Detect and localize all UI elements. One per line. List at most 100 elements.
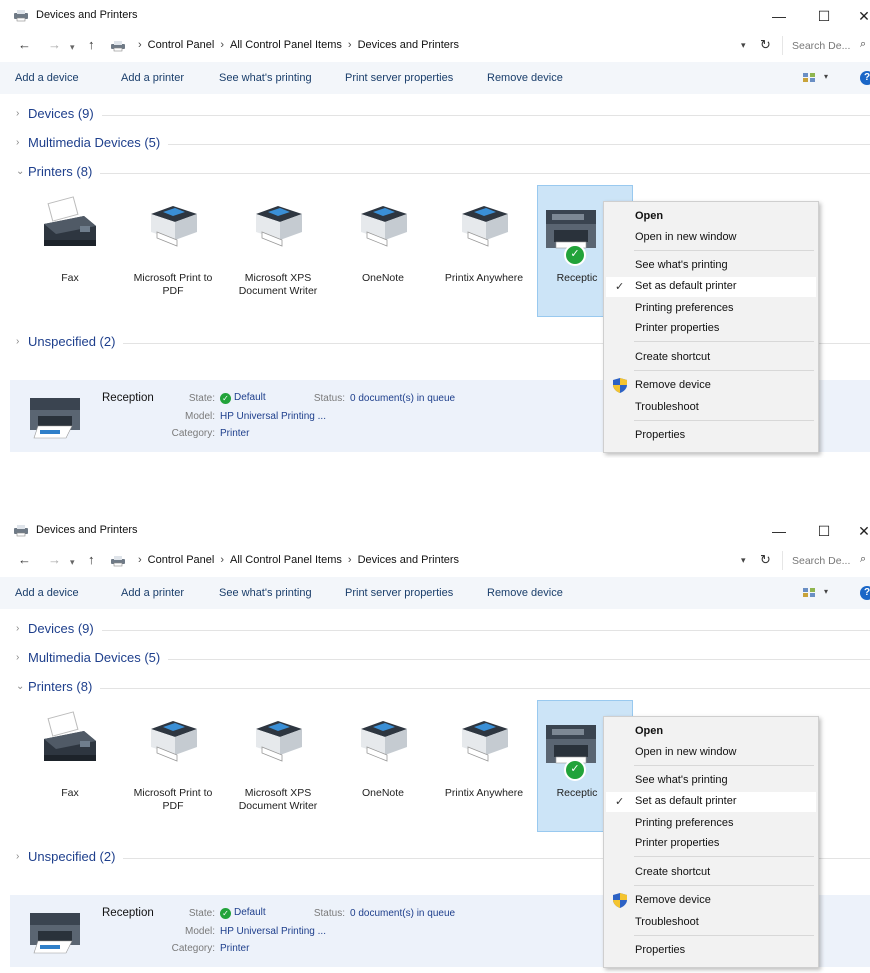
breadcrumb-chevron-icon[interactable]: › <box>348 554 352 566</box>
device-tile-onenote[interactable]: OneNote <box>336 701 430 831</box>
collapse-chevron-icon[interactable]: ⌄ <box>16 681 24 692</box>
group-devices[interactable]: › Devices (9) <box>16 106 870 124</box>
help-icon[interactable]: ? <box>860 71 870 85</box>
group-unspecified-title[interactable]: Unspecified (2) <box>28 849 124 864</box>
menu-item-troubleshoot[interactable]: Troubleshoot <box>635 916 699 928</box>
address-history-chevron-icon[interactable]: ▾ <box>741 40 746 51</box>
group-devices-title[interactable]: Devices (9) <box>28 621 102 636</box>
menu-item-set-as-default-printer[interactable]: Set as default printer <box>635 280 737 292</box>
see-whats-printing-button[interactable]: See what's printing <box>219 72 312 84</box>
group-printers[interactable]: ⌄ Printers (8) <box>16 679 870 697</box>
add-printer-button[interactable]: Add a printer <box>121 587 184 599</box>
breadcrumb-all-items[interactable]: All Control Panel Items <box>230 39 342 51</box>
menu-item-properties[interactable]: Properties <box>635 429 685 441</box>
menu-item-open[interactable]: Open <box>635 725 663 737</box>
forward-arrow-icon[interactable]: → <box>48 552 61 568</box>
device-tile-fax[interactable]: Fax <box>23 186 117 316</box>
breadcrumb-chevron-icon[interactable]: › <box>220 554 224 566</box>
group-printers[interactable]: ⌄ Printers (8) <box>16 164 870 182</box>
see-whats-printing-button[interactable]: See what's printing <box>219 587 312 599</box>
menu-item-see-whats-printing[interactable]: See what's printing <box>635 774 728 786</box>
group-multimedia-devices[interactable]: › Multimedia Devices (5) <box>16 650 870 668</box>
forward-arrow-icon[interactable]: → <box>48 37 61 53</box>
breadcrumb-chevron-icon[interactable]: › <box>138 39 142 51</box>
menu-item-printing-preferences[interactable]: Printing preferences <box>635 302 733 314</box>
add-device-button[interactable]: Add a device <box>15 72 79 84</box>
device-tile-fax[interactable]: Fax <box>23 701 117 831</box>
remove-device-button[interactable]: Remove device <box>487 72 563 84</box>
device-tile-printix-anywhere[interactable]: Printix Anywhere <box>437 701 531 831</box>
expand-chevron-icon[interactable]: › <box>16 336 19 347</box>
menu-item-troubleshoot[interactable]: Troubleshoot <box>635 401 699 413</box>
print-server-properties-button[interactable]: Print server properties <box>345 587 453 599</box>
device-tile-microsoft-xps-document-writer[interactable]: Microsoft XPS Document Writer <box>231 186 325 316</box>
search-icon[interactable]: ⌕ <box>860 553 866 566</box>
breadcrumb-devices-printers[interactable]: Devices and Printers <box>358 554 460 566</box>
device-tile-microsoft-print-to-pdf[interactable]: Microsoft Print to PDF <box>126 186 220 316</box>
breadcrumb-control-panel[interactable]: Control Panel <box>148 39 215 51</box>
expand-chevron-icon[interactable]: › <box>16 652 19 663</box>
menu-item-printing-preferences[interactable]: Printing preferences <box>635 817 733 829</box>
view-options-chevron-icon[interactable]: ▾ <box>824 72 828 81</box>
breadcrumb-control-panel[interactable]: Control Panel <box>148 554 215 566</box>
group-multimedia-title[interactable]: Multimedia Devices (5) <box>28 650 169 665</box>
up-arrow-icon[interactable]: ↑ <box>88 552 95 568</box>
search-input[interactable]: Search De... ⌕ <box>782 551 869 570</box>
expand-chevron-icon[interactable]: › <box>16 623 19 634</box>
device-tile-microsoft-print-to-pdf[interactable]: Microsoft Print to PDF <box>126 701 220 831</box>
close-button[interactable]: ✕ <box>852 519 870 543</box>
change-view-icon[interactable] <box>803 588 815 597</box>
menu-item-set-as-default-printer[interactable]: Set as default printer <box>635 795 737 807</box>
add-device-button[interactable]: Add a device <box>15 587 79 599</box>
device-tile-onenote[interactable]: OneNote <box>336 186 430 316</box>
refresh-icon[interactable]: ↻ <box>760 37 771 53</box>
expand-chevron-icon[interactable]: › <box>16 851 19 862</box>
menu-item-printer-properties[interactable]: Printer properties <box>635 322 719 334</box>
menu-item-open-new-window[interactable]: Open in new window <box>635 746 737 758</box>
group-devices-title[interactable]: Devices (9) <box>28 106 102 121</box>
group-devices[interactable]: › Devices (9) <box>16 621 870 639</box>
group-unspecified-title[interactable]: Unspecified (2) <box>28 334 124 349</box>
minimize-button[interactable]: — <box>767 4 791 28</box>
device-tile-microsoft-xps-document-writer[interactable]: Microsoft XPS Document Writer <box>231 701 325 831</box>
expand-chevron-icon[interactable]: › <box>16 137 19 148</box>
minimize-button[interactable]: — <box>767 519 791 543</box>
back-arrow-icon[interactable]: ← <box>18 552 31 568</box>
help-icon[interactable]: ? <box>860 586 870 600</box>
collapse-chevron-icon[interactable]: ⌄ <box>16 166 24 177</box>
maximize-button[interactable]: ☐ <box>812 519 836 543</box>
print-server-properties-button[interactable]: Print server properties <box>345 72 453 84</box>
up-arrow-icon[interactable]: ↑ <box>88 37 95 53</box>
breadcrumb-all-items[interactable]: All Control Panel Items <box>230 554 342 566</box>
group-multimedia-title[interactable]: Multimedia Devices (5) <box>28 135 169 150</box>
group-printers-title[interactable]: Printers (8) <box>28 679 101 694</box>
device-tile-printix-anywhere[interactable]: Printix Anywhere <box>437 186 531 316</box>
menu-item-create-shortcut[interactable]: Create shortcut <box>635 866 710 878</box>
menu-item-properties[interactable]: Properties <box>635 944 685 956</box>
menu-item-printer-properties[interactable]: Printer properties <box>635 837 719 849</box>
search-input[interactable]: Search De... ⌕ <box>782 36 869 55</box>
menu-item-remove-device[interactable]: Remove device <box>635 379 711 391</box>
recent-locations-chevron-icon[interactable]: ▾ <box>70 39 75 55</box>
back-arrow-icon[interactable]: ← <box>18 37 31 53</box>
group-printers-title[interactable]: Printers (8) <box>28 164 101 179</box>
search-icon[interactable]: ⌕ <box>860 38 866 51</box>
breadcrumb-chevron-icon[interactable]: › <box>348 39 352 51</box>
refresh-icon[interactable]: ↻ <box>760 552 771 568</box>
menu-item-open-new-window[interactable]: Open in new window <box>635 231 737 243</box>
add-printer-button[interactable]: Add a printer <box>121 72 184 84</box>
close-button[interactable]: ✕ <box>852 4 870 28</box>
menu-item-open[interactable]: Open <box>635 210 663 222</box>
address-history-chevron-icon[interactable]: ▾ <box>741 555 746 566</box>
remove-device-button[interactable]: Remove device <box>487 587 563 599</box>
group-multimedia-devices[interactable]: › Multimedia Devices (5) <box>16 135 870 153</box>
recent-locations-chevron-icon[interactable]: ▾ <box>70 554 75 570</box>
breadcrumb-devices-printers[interactable]: Devices and Printers <box>358 39 460 51</box>
menu-item-create-shortcut[interactable]: Create shortcut <box>635 351 710 363</box>
maximize-button[interactable]: ☐ <box>812 4 836 28</box>
breadcrumb-chevron-icon[interactable]: › <box>138 554 142 566</box>
breadcrumb-chevron-icon[interactable]: › <box>220 39 224 51</box>
menu-item-remove-device[interactable]: Remove device <box>635 894 711 906</box>
view-options-chevron-icon[interactable]: ▾ <box>824 587 828 596</box>
change-view-icon[interactable] <box>803 73 815 82</box>
